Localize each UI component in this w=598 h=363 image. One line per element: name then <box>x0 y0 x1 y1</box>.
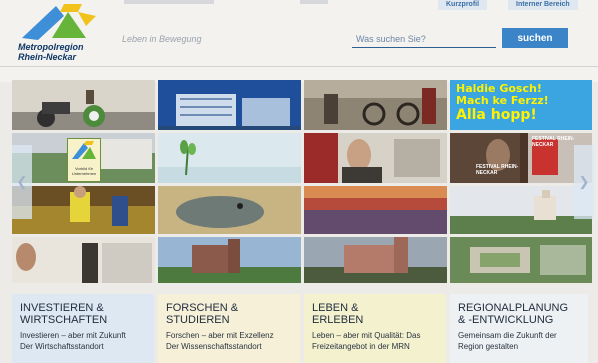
badge-text: Vorbild für Unternehmen <box>71 166 97 176</box>
palace-photo[interactable] <box>158 237 301 283</box>
category-subtitle: Region gestalten <box>458 342 519 351</box>
category-invest[interactable]: Investieren & Wirtschaften Investieren –… <box>12 294 154 363</box>
slogan-line-2: Mach ke Ferzz! <box>456 94 549 107</box>
castle-river-photo[interactable] <box>450 186 592 234</box>
search-input[interactable] <box>352 30 496 48</box>
portrait-photo[interactable] <box>304 133 447 183</box>
heidelberg-castle-photo[interactable] <box>304 237 447 283</box>
festival-label-1: FESTIVAL RHEIN-NECKAR <box>476 164 519 176</box>
bicycle-crowd-photo[interactable] <box>304 80 447 130</box>
category-title: Investieren & Wirtschaften <box>20 302 108 326</box>
category-subtitle: Gemeinsam die Zukunft der <box>458 331 557 340</box>
lizard-photo[interactable] <box>158 186 301 234</box>
category-living[interactable]: Leben & Erleben Leben – aber mit Qualitä… <box>304 294 446 363</box>
office-building-photo[interactable] <box>158 80 301 130</box>
kurzprofil-link[interactable]: Kurzprofil <box>438 0 488 10</box>
logo-line-2: Rhein-Neckar <box>18 52 77 62</box>
slogan-banner[interactable]: Haldie Gosch! Mach ke Ferzz! Alla hopp! <box>450 80 592 130</box>
garden-aerial-photo[interactable] <box>450 237 592 283</box>
internal-area-link[interactable]: Interner Bereich <box>508 0 578 10</box>
logo-line-1: Metropolregion <box>18 42 84 52</box>
category-subtitle: Investieren – aber mit Zukunft <box>20 331 126 340</box>
category-subtitle: Freizeitangebot in der MRN <box>312 342 410 351</box>
category-subtitle: Forschen – aber mit Exzellenz <box>166 331 274 340</box>
image-grid: Haldie Gosch! Mach ke Ferzz! Alla hopp! … <box>12 80 592 283</box>
carousel-next-icon[interactable]: ❯ <box>574 145 594 219</box>
category-section: Investieren & Wirtschaften Investieren –… <box>12 294 588 363</box>
site-header: Kurzprofil Interner Bereich Metropolregi… <box>0 0 598 82</box>
crowd-photo[interactable] <box>304 186 447 234</box>
category-subtitle: Der Wirtschaftsstandort <box>20 342 104 351</box>
slogan-line-3: Alla hopp! <box>456 107 537 123</box>
top-nav-fragment <box>300 0 328 4</box>
carousel-prev-icon[interactable]: ❮ <box>12 145 32 219</box>
handball-photo[interactable] <box>12 186 155 234</box>
category-research[interactable]: Forschen & Studieren Forschen – aber mit… <box>158 294 300 363</box>
tagline: Leben in Bewegung <box>122 34 202 44</box>
tractor-photo[interactable] <box>12 80 155 130</box>
category-title: Regionalplanung & -Entwicklung <box>458 302 569 326</box>
header-divider <box>0 66 598 67</box>
category-title: Leben & Erleben <box>312 302 364 326</box>
category-subtitle: Der Wissenschaftsstandort <box>166 342 262 351</box>
badge-logo-icon <box>72 141 96 159</box>
category-subtitle: Leben – aber mit Qualität: Das <box>312 331 421 340</box>
top-nav-fragment <box>124 0 214 4</box>
seedling-photo[interactable] <box>158 133 301 183</box>
search-button[interactable]: suchen <box>502 28 568 48</box>
vorbild-badge: Vorbild für Unternehmen <box>67 138 101 182</box>
category-title: Forschen & Studieren <box>166 302 239 326</box>
worker-photo[interactable] <box>12 237 155 283</box>
logo-wordmark: Metropolregion Rhein-Neckar <box>18 42 84 62</box>
category-planning[interactable]: Regionalplanung & -Entwicklung Gemeinsam… <box>450 294 588 363</box>
